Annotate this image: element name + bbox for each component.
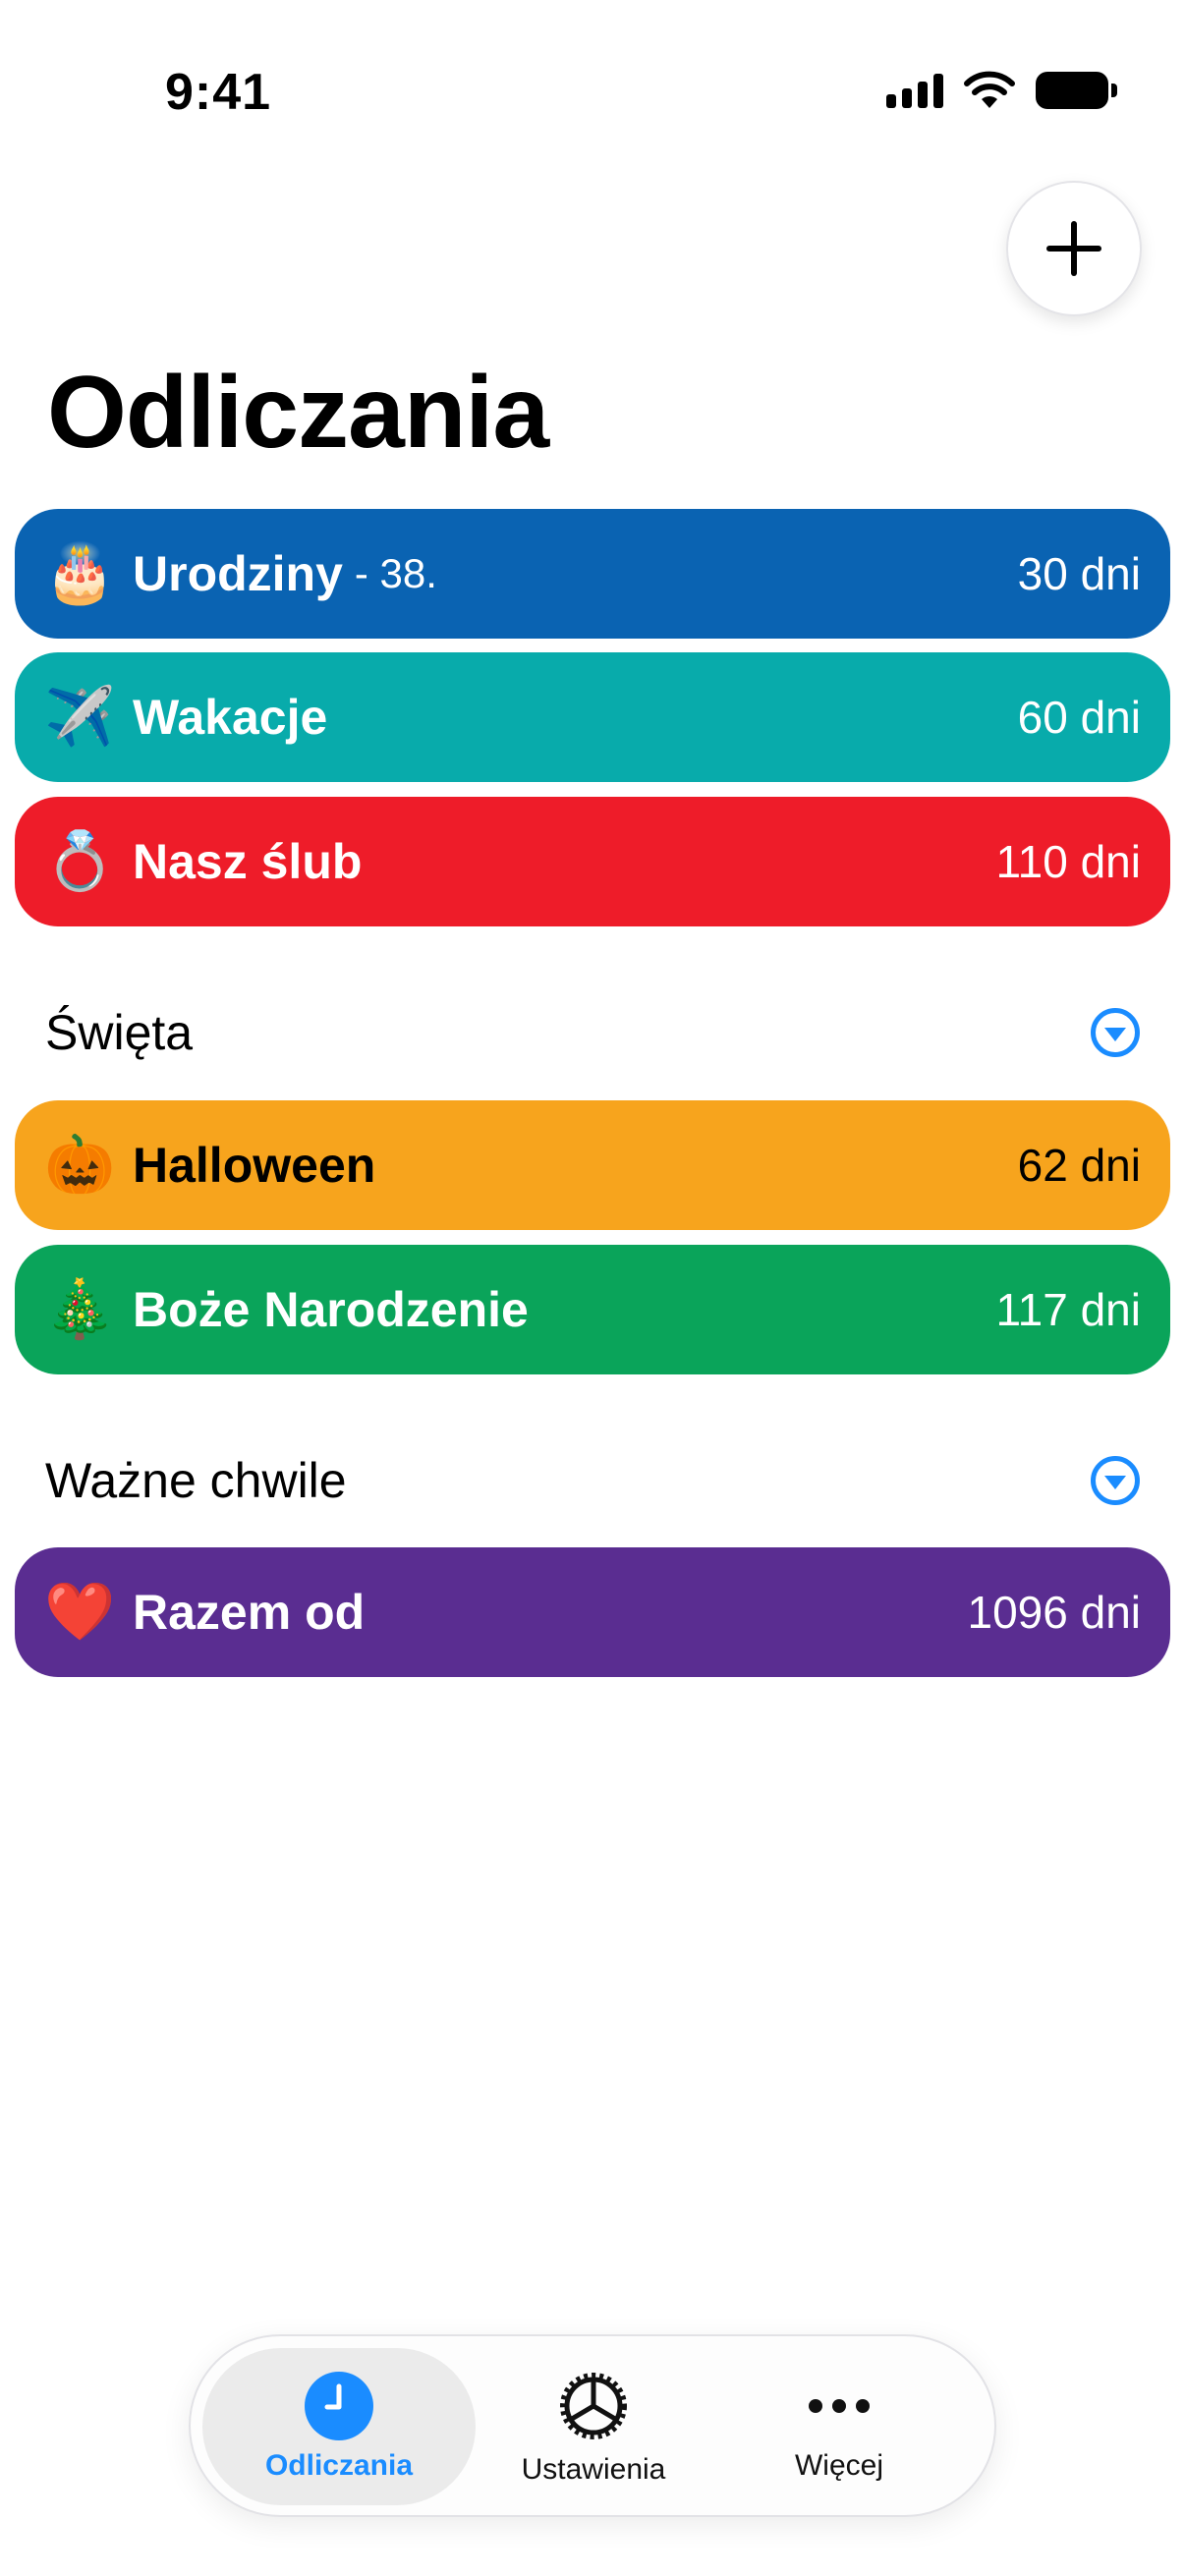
countdown-row-vacation[interactable]: ✈️ Wakacje 60 dni: [15, 652, 1170, 782]
countdown-days: 117 dni: [995, 1284, 1141, 1335]
chevron-down-circle-icon[interactable]: [1091, 1456, 1140, 1505]
countdown-name: Razem od: [133, 1585, 366, 1640]
countdown-name: Wakacje: [133, 690, 328, 745]
countdown-days: 110 dni: [995, 836, 1141, 887]
tab-countdowns[interactable]: Odliczania: [202, 2348, 476, 2505]
add-countdown-button[interactable]: [1006, 181, 1142, 316]
countdown-days: 30 dni: [1017, 548, 1141, 599]
ring-icon: 💍: [44, 829, 116, 893]
pumpkin-icon: 🎃: [44, 1133, 116, 1197]
tab-more[interactable]: Więcej: [711, 2348, 967, 2505]
chevron-down-circle-icon[interactable]: [1091, 1008, 1140, 1057]
tab-label: Więcej: [794, 2449, 883, 2482]
heart-icon: ❤️: [44, 1580, 116, 1644]
christmas-tree-icon: 🎄: [44, 1277, 116, 1341]
countdown-name: Halloween: [133, 1138, 376, 1193]
countdown-row-together-since[interactable]: ❤️ Razem od 1096 dni: [15, 1547, 1170, 1677]
tab-label: Ustawienia: [521, 2453, 666, 2486]
countdown-days: 1096 dni: [967, 1587, 1142, 1638]
birthday-cake-icon: 🎂: [44, 541, 116, 605]
wifi-icon: [964, 71, 1015, 108]
tab-label: Odliczania: [264, 2449, 414, 2482]
gear-icon: [560, 2373, 627, 2439]
countdown-name: Nasz ślub: [133, 834, 363, 889]
countdown-row-birthday[interactable]: 🎂 Urodziny - 38. 30 dni: [15, 509, 1170, 639]
status-time: 9:41: [165, 64, 272, 121]
countdown-name: Urodziny: [133, 546, 343, 601]
status-bar: 9:41: [0, 0, 1185, 187]
section-header-important-moments[interactable]: Ważne chwile: [45, 1446, 1140, 1515]
page-title: Odliczania: [47, 356, 549, 470]
airplane-icon: ✈️: [44, 685, 116, 749]
tab-settings[interactable]: Ustawienia: [476, 2348, 711, 2505]
section-title: Ważne chwile: [45, 1453, 347, 1508]
status-icons: [886, 71, 1117, 110]
clock-icon: [305, 2372, 373, 2440]
tab-bar: Odliczania Ustawienia Więcej: [189, 2334, 996, 2517]
countdown-row-christmas[interactable]: 🎄 Boże Narodzenie 117 dni: [15, 1245, 1170, 1374]
cellular-signal-icon: [886, 73, 943, 108]
ellipsis-icon: [809, 2399, 870, 2413]
battery-icon: [1036, 72, 1117, 109]
countdown-subtitle: - 38.: [354, 550, 437, 596]
section-header-holidays[interactable]: Święta: [45, 998, 1140, 1067]
countdown-name: Boże Narodzenie: [133, 1282, 529, 1337]
countdown-days: 60 dni: [1017, 692, 1141, 743]
plus-icon: [1046, 221, 1101, 276]
section-title: Święta: [45, 1005, 194, 1060]
countdown-row-wedding[interactable]: 💍 Nasz ślub 110 dni: [15, 797, 1170, 926]
countdown-days: 62 dni: [1017, 1140, 1141, 1191]
countdown-row-halloween[interactable]: 🎃 Halloween 62 dni: [15, 1100, 1170, 1230]
